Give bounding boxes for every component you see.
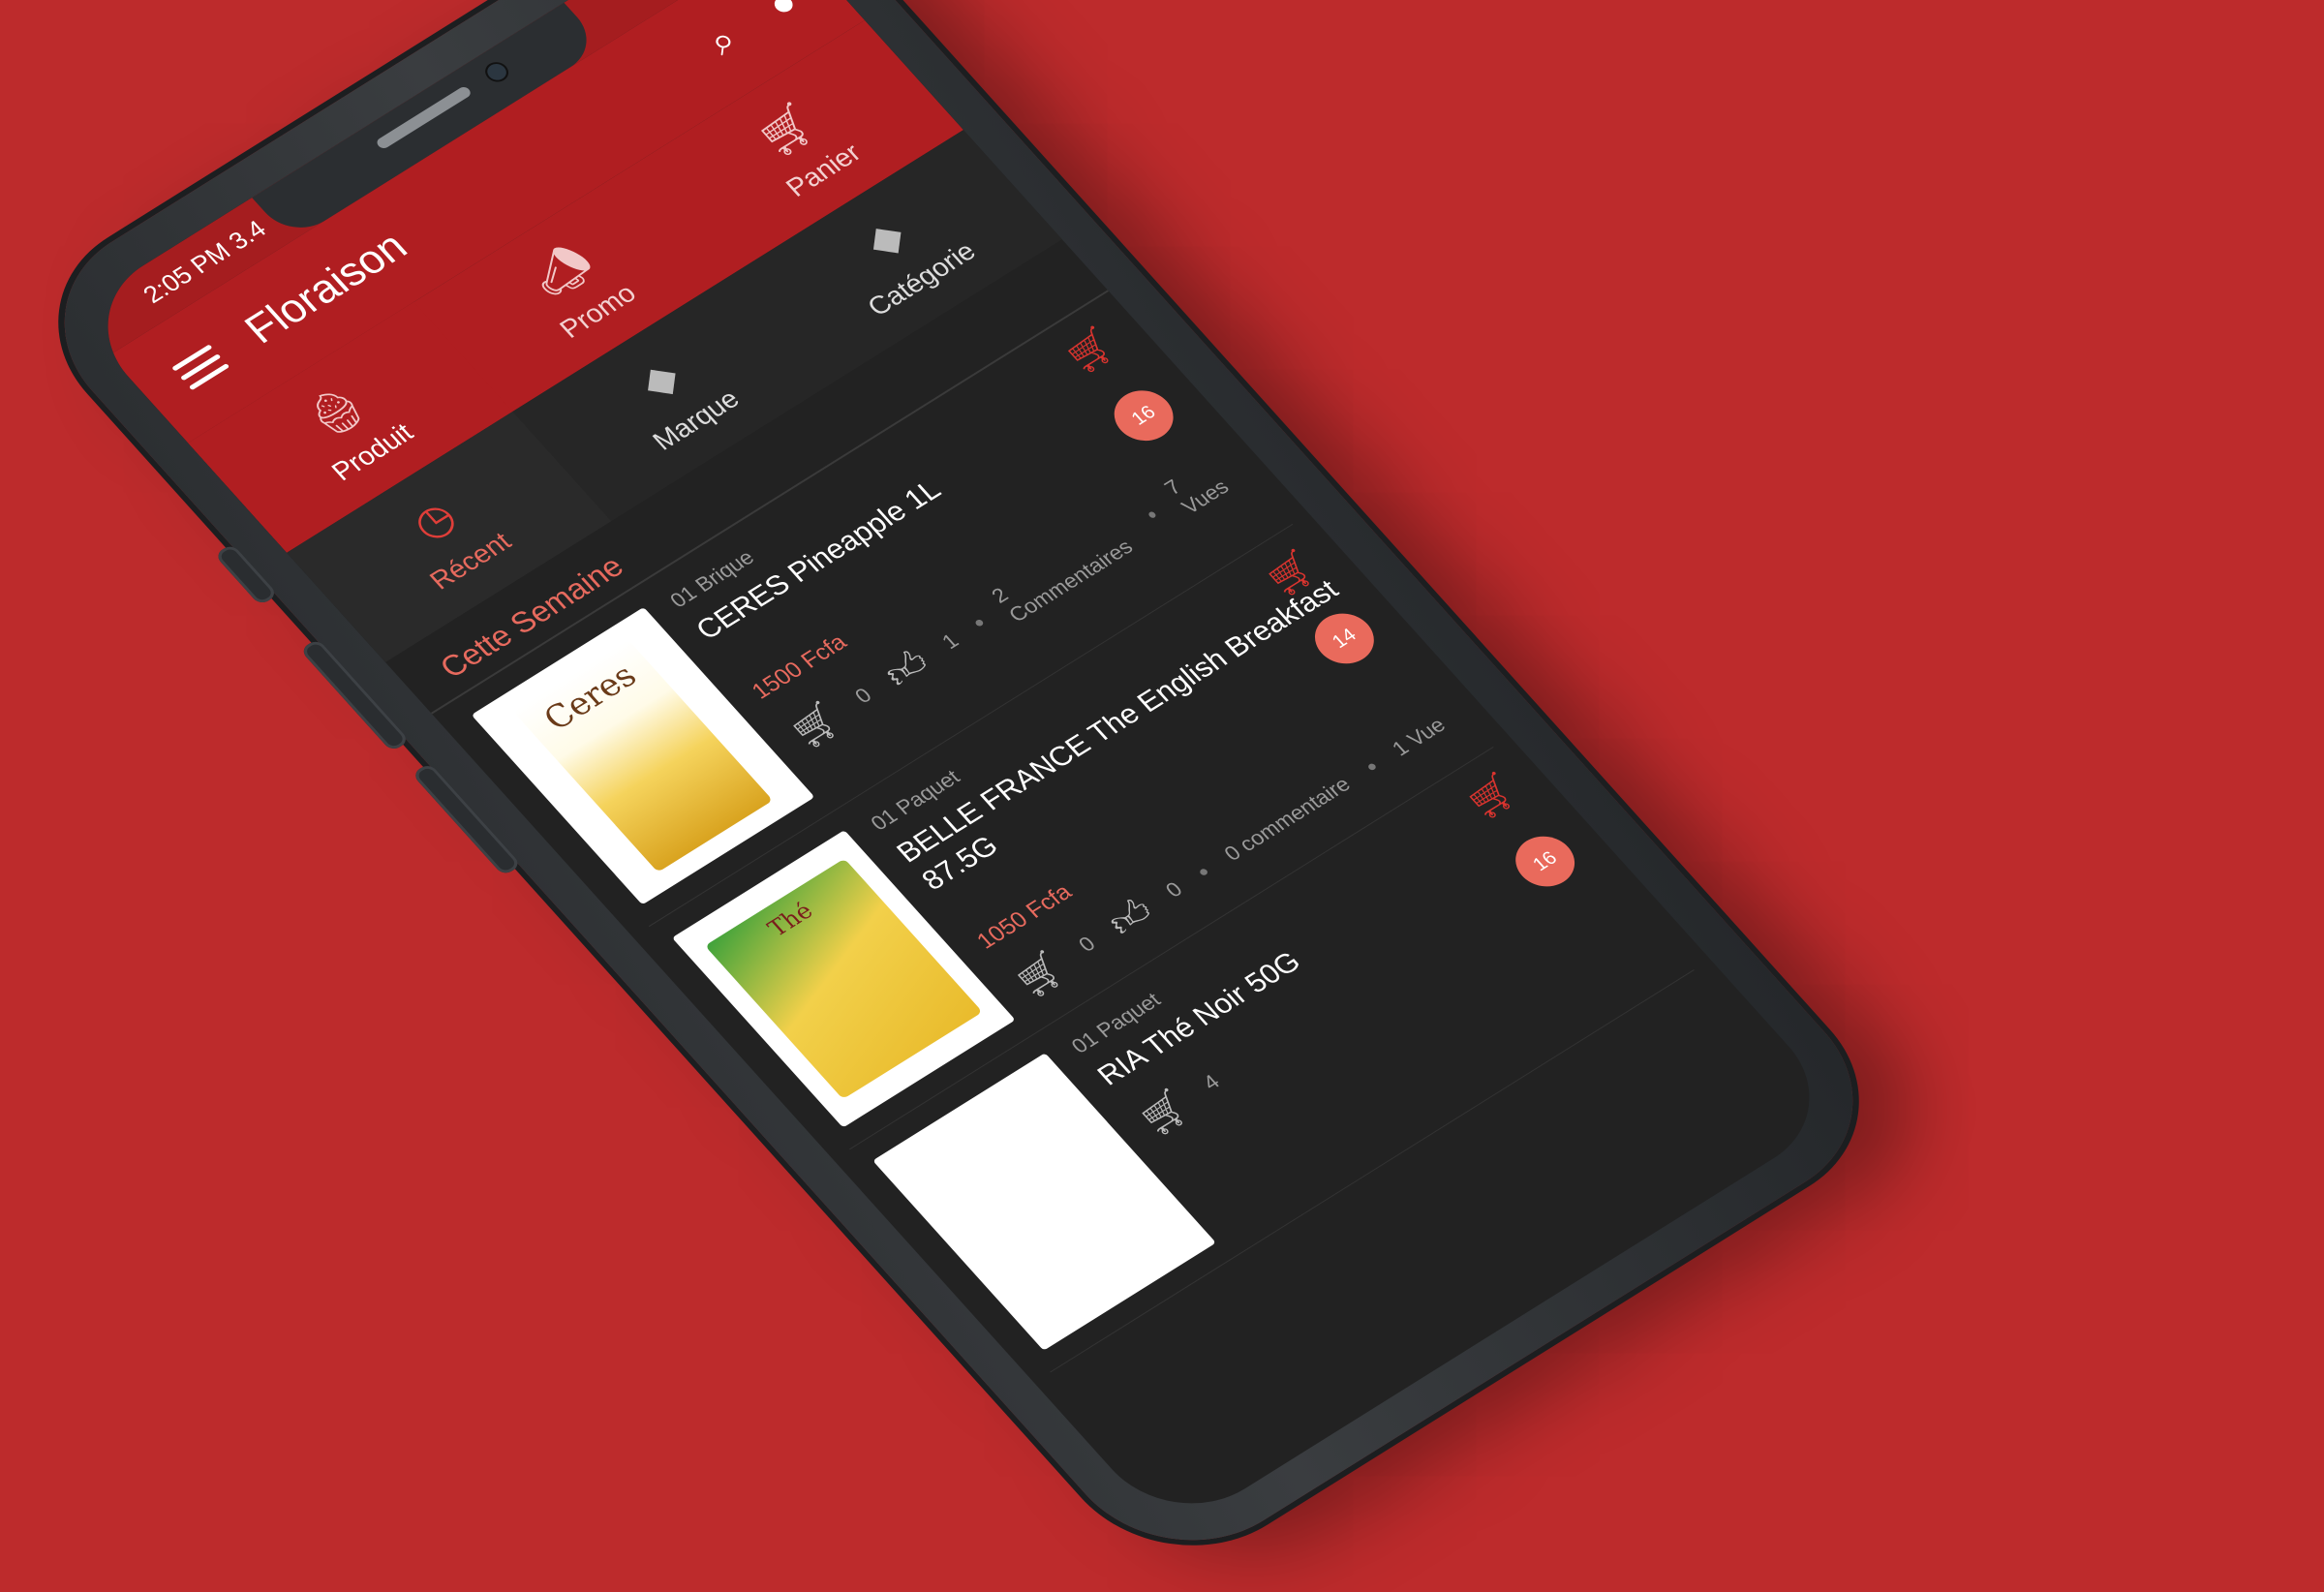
menu-icon[interactable] [166, 338, 234, 396]
separator-dot [1147, 510, 1158, 520]
app-actions: ⌕ ● [698, 0, 807, 63]
views-count: 7 Vues [1159, 475, 1234, 519]
tag-icon: ◆ [854, 211, 915, 265]
cart-count: 4 [1198, 1069, 1225, 1095]
search-icon[interactable]: ⌕ [698, 18, 747, 63]
cart-icon: 🛒︎ [745, 95, 828, 164]
ceres-pack-image: Ceres [512, 639, 774, 873]
views-count: 1 Vue [1387, 713, 1451, 761]
cart-count: 0 [1073, 932, 1101, 957]
like-count: 1 [936, 628, 963, 654]
megaphone-icon: 📣︎ [519, 235, 602, 304]
cart-icon[interactable]: 🛒︎ [1003, 943, 1076, 1003]
user-icon[interactable]: ● [758, 0, 808, 26]
separator-dot [1198, 867, 1209, 876]
clock-icon: ◷ [401, 492, 466, 548]
separator-dot [1365, 762, 1377, 772]
cart-icon[interactable]: 🛒︎ [1128, 1082, 1201, 1142]
cart-count: 0 [849, 683, 876, 708]
like-count: 0 [1160, 876, 1187, 903]
tag-icon: ◆ [628, 352, 689, 407]
phone-device: 2:05 PM 3.4 ▮ ◉ ▲ Floraison ⌕ ● 🧁︎ Produ… [13, 0, 1905, 1582]
separator-dot [974, 618, 985, 628]
like-icon[interactable]: 👍︎ [873, 640, 939, 696]
front-camera [483, 60, 510, 83]
cupcake-icon: 🧁︎ [293, 377, 377, 445]
like-icon[interactable]: 👍︎ [1098, 889, 1164, 945]
cart-icon[interactable]: 🛒︎ [780, 695, 852, 755]
